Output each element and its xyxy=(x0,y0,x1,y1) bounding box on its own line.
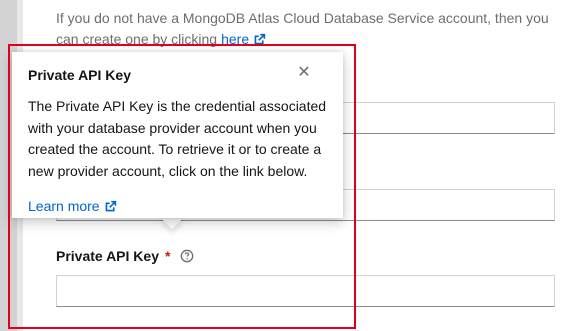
external-link-icon xyxy=(253,31,266,52)
learn-more-link[interactable]: Learn more xyxy=(28,198,117,214)
popover-footer: Learn more xyxy=(28,198,327,216)
helper-text-body: If you do not have a MongoDB Atlas Cloud… xyxy=(56,10,549,47)
popover-body: The Private API Key is the credential as… xyxy=(28,98,327,179)
required-indicator: * xyxy=(164,248,171,264)
private-key-popover: Private API Key ✕ The Private API Key is… xyxy=(12,52,343,218)
external-link-icon xyxy=(104,200,117,216)
private-key-label: Private API Key xyxy=(56,248,159,264)
popover-title: Private API Key xyxy=(28,67,131,83)
create-account-link[interactable]: here xyxy=(221,31,266,47)
close-icon[interactable]: ✕ xyxy=(297,65,311,81)
help-icon[interactable] xyxy=(180,249,194,263)
helper-text: If you do not have a MongoDB Atlas Cloud… xyxy=(56,8,556,52)
private-key-label-row: Private API Key * xyxy=(56,246,194,266)
private-key-input[interactable] xyxy=(56,275,555,307)
learn-more-label: Learn more xyxy=(28,198,100,214)
create-account-link-label: here xyxy=(221,31,250,47)
